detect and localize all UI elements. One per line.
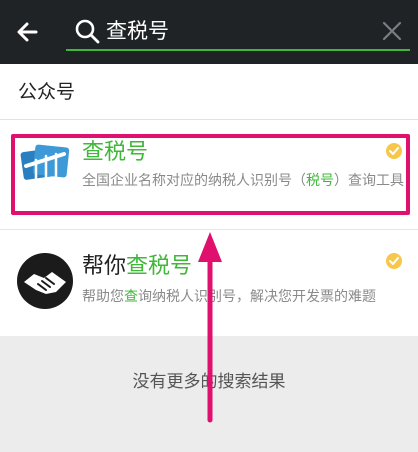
list-item-result-2[interactable]: 帮你查税号 帮助您查询纳税人识别号，解决您开发票的难题: [0, 230, 418, 338]
keyword-highlight: 查税号: [126, 254, 193, 279]
clear-search-button[interactable]: [378, 17, 406, 45]
search-input-underline: [66, 49, 410, 51]
search-input[interactable]: 查税号: [106, 17, 169, 45]
result-description: 帮助您查询纳税人识别号，解决您开发票的难题: [82, 289, 376, 305]
verified-check-icon: [385, 252, 403, 270]
section-title: 公众号: [18, 81, 76, 103]
search-bar: 查税号: [0, 0, 418, 64]
no-more-results-text: 没有更多的搜索结果: [132, 372, 286, 392]
section-header: 公众号: [0, 64, 418, 120]
search-icon: [74, 18, 100, 44]
annotation-highlight-box: [11, 134, 410, 215]
close-icon: [382, 21, 402, 41]
handshake-icon: [16, 252, 74, 310]
arrow-left-icon: [17, 22, 38, 42]
back-button[interactable]: [10, 14, 46, 50]
keyword-highlight: 查: [124, 289, 138, 305]
result-title: 帮你查税号: [82, 254, 193, 279]
